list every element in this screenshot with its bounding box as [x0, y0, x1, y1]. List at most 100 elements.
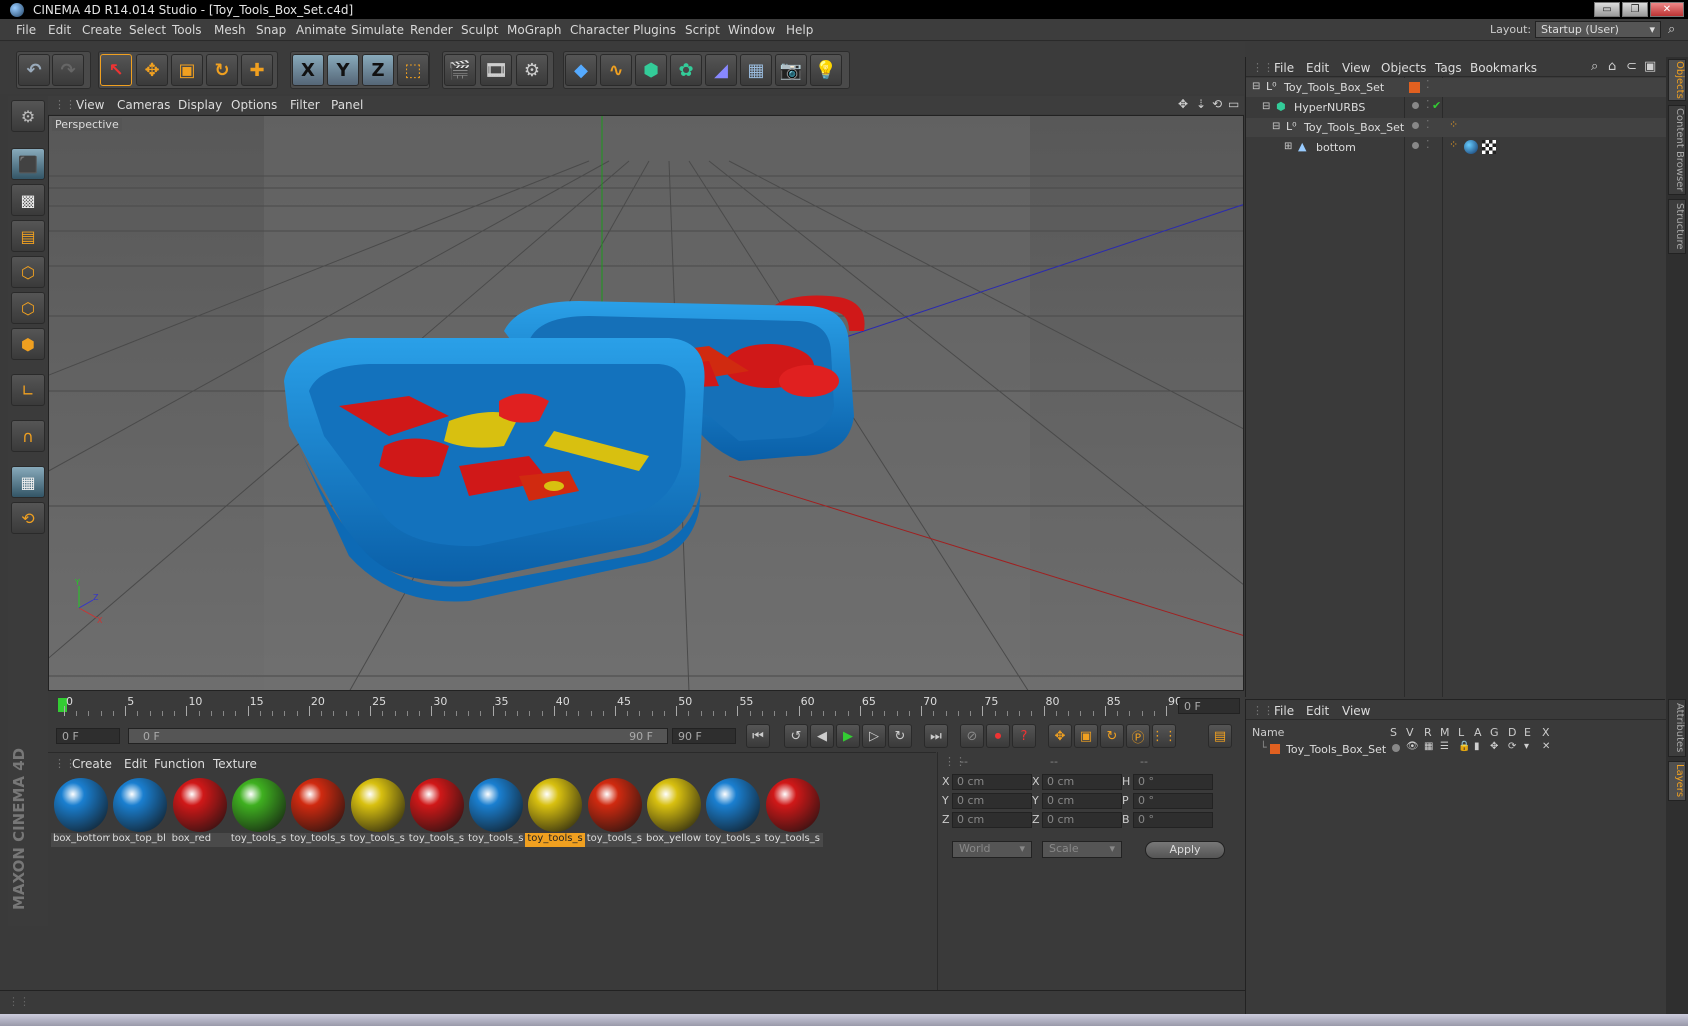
- next-frame-icon[interactable]: ▷: [862, 724, 886, 748]
- material-swatch[interactable]: box_red: [169, 775, 230, 849]
- animation-toggle-icon[interactable]: ▮: [1474, 741, 1480, 752]
- material-swatch[interactable]: box_bottom: [51, 775, 111, 849]
- cube-primitive-icon[interactable]: ◆: [565, 54, 597, 86]
- scale-icon[interactable]: ▣: [171, 54, 203, 86]
- record-keys-icon[interactable]: ⊘: [960, 724, 984, 748]
- key-rotation-icon[interactable]: ↻: [1100, 724, 1124, 748]
- viewport-menu-filter[interactable]: Filter: [290, 98, 320, 112]
- viewport-menu-cameras[interactable]: Cameras: [117, 98, 170, 112]
- expand-icon[interactable]: ⊞: [1284, 141, 1292, 152]
- keyframe-selection-icon[interactable]: ?: [1012, 724, 1036, 748]
- material-swatch[interactable]: toy_tools_s: [703, 775, 764, 849]
- camera-icon[interactable]: 📷: [775, 54, 807, 86]
- menu-animate[interactable]: Animate: [296, 23, 346, 37]
- view-toggle-icon[interactable]: 👁: [1406, 741, 1419, 752]
- material-menu-function[interactable]: Function: [154, 757, 205, 771]
- visibility-dot-icon[interactable]: [1412, 102, 1419, 109]
- make-editable-icon[interactable]: ⚙: [11, 100, 45, 132]
- object-row[interactable]: ⊟ ⬢ HyperNURBS ⁚ ✔: [1246, 98, 1666, 117]
- current-frame-field[interactable]: 0 F: [1178, 698, 1240, 714]
- objects-menu-edit[interactable]: Edit: [1306, 61, 1329, 75]
- position-field[interactable]: 0 cm: [952, 774, 1032, 790]
- search-icon[interactable]: ⌕: [1668, 22, 1675, 37]
- move-icon[interactable]: ✥: [136, 54, 168, 86]
- collapse-icon[interactable]: ⊟: [1272, 121, 1280, 132]
- expressions-toggle-icon[interactable]: ▾: [1524, 741, 1529, 752]
- visibility-dot-icon[interactable]: [1412, 142, 1419, 149]
- search-icon[interactable]: ⌕: [1591, 59, 1598, 74]
- menu-snap[interactable]: Snap: [256, 23, 286, 37]
- tab-attributes[interactable]: Attributes: [1668, 699, 1686, 757]
- objects-menu-tags[interactable]: Tags: [1435, 61, 1462, 75]
- tab-layers[interactable]: Layers: [1668, 761, 1686, 801]
- restore-button[interactable]: ❐: [1622, 2, 1648, 17]
- viewport-menu-display[interactable]: Display: [178, 98, 222, 112]
- go-to-start-icon[interactable]: ⏮: [746, 724, 770, 748]
- layer-column-header[interactable]: A: [1474, 726, 1482, 739]
- render-settings-icon[interactable]: ⚙: [516, 54, 548, 86]
- menu-sculpt[interactable]: Sculpt: [461, 23, 498, 37]
- menu-simulate[interactable]: Simulate: [351, 23, 404, 37]
- object-row[interactable]: ⊞ ▲ bottom ⁚ ⁘: [1246, 138, 1666, 157]
- menu-plugins[interactable]: Plugins: [633, 23, 676, 37]
- tab-structure[interactable]: Structure: [1668, 199, 1686, 254]
- minimize-button[interactable]: ▭: [1594, 2, 1620, 17]
- viewport-menu-options[interactable]: Options: [231, 98, 277, 112]
- locked-workplane-icon[interactable]: ⟲: [11, 502, 45, 534]
- rotate-icon[interactable]: ↻: [206, 54, 238, 86]
- objects-menu-objects[interactable]: Objects: [1381, 61, 1426, 75]
- end-frame-field[interactable]: 90 F: [672, 728, 736, 744]
- render-picture-viewer-icon[interactable]: 🎞: [480, 54, 512, 86]
- object-row[interactable]: ⊟ L⁰ Toy_Tools_Box_Set ⁚ ⁘: [1246, 118, 1666, 137]
- menu-create[interactable]: Create: [82, 23, 122, 37]
- undo-icon[interactable]: ↶: [18, 54, 50, 86]
- phong-tag-icon[interactable]: ⁘: [1449, 138, 1458, 151]
- snap-workplane-icon[interactable]: ▦: [11, 466, 45, 498]
- material-swatch[interactable]: toy_tools_s: [288, 775, 349, 849]
- menu-edit[interactable]: Edit: [48, 23, 71, 37]
- collapse-icon[interactable]: ⊟: [1262, 101, 1270, 112]
- material-menu-texture[interactable]: Texture: [213, 757, 257, 771]
- objects-menu-view[interactable]: View: [1342, 61, 1370, 75]
- layer-column-header[interactable]: E: [1524, 726, 1531, 739]
- home-icon[interactable]: ⌂: [1608, 59, 1616, 74]
- start-frame-field[interactable]: 0 F: [56, 728, 120, 744]
- previous-key-icon[interactable]: ↺: [784, 724, 808, 748]
- nurbs-icon[interactable]: ⬢: [635, 54, 667, 86]
- z-axis-lock-button[interactable]: Z: [362, 54, 394, 86]
- play-icon[interactable]: ▶: [836, 724, 860, 748]
- object-row[interactable]: ⊟ L⁰ Toy_Tools_Box_Set ⁚: [1246, 78, 1666, 97]
- solo-toggle-icon[interactable]: [1392, 744, 1400, 752]
- x-axis-lock-button[interactable]: X: [292, 54, 324, 86]
- objects-menu-bookmarks[interactable]: Bookmarks: [1470, 61, 1537, 75]
- live-selection-icon[interactable]: ↖: [100, 54, 132, 86]
- redo-icon[interactable]: ↷: [52, 54, 84, 86]
- new-panel-icon[interactable]: ▣: [1644, 59, 1656, 74]
- model-mode-icon[interactable]: ⬛: [11, 148, 45, 180]
- material-tag-icon[interactable]: [1464, 140, 1478, 154]
- autokey-icon[interactable]: ⏺: [986, 724, 1010, 748]
- layer-column-header[interactable]: R: [1424, 726, 1432, 739]
- layer-column-header[interactable]: G: [1490, 726, 1499, 739]
- layers-menu-view[interactable]: View: [1342, 704, 1370, 718]
- material-swatch[interactable]: toy_tools_s: [525, 775, 586, 849]
- layer-column-header[interactable]: L: [1458, 726, 1464, 739]
- size-mode-dropdown[interactable]: Scale ▾: [1042, 841, 1122, 858]
- material-menu-create[interactable]: Create: [72, 757, 112, 771]
- edges-mode-icon[interactable]: ⬡: [11, 292, 45, 324]
- render-toggle-icon[interactable]: ▦: [1424, 741, 1433, 752]
- maximize-view-icon[interactable]: ▭: [1228, 97, 1239, 111]
- tweak-magnet-icon[interactable]: ∩: [11, 420, 45, 452]
- layer-column-header[interactable]: M: [1440, 726, 1450, 739]
- points-mode-icon[interactable]: ⬡: [11, 256, 45, 288]
- tab-content-browser[interactable]: Content Browser: [1668, 105, 1686, 195]
- key-scale-icon[interactable]: ▣: [1074, 724, 1098, 748]
- xref-toggle-icon[interactable]: ✕: [1542, 741, 1550, 752]
- menu-render[interactable]: Render: [410, 23, 453, 37]
- render-view-icon[interactable]: 🎬: [444, 54, 476, 86]
- material-swatch[interactable]: toy_tools_s: [584, 775, 645, 849]
- material-swatch[interactable]: box_top_bl: [110, 775, 171, 849]
- axis-mode-icon[interactable]: ∟: [11, 374, 45, 406]
- material-swatch[interactable]: toy_tools_s: [228, 775, 289, 849]
- layers-menu-edit[interactable]: Edit: [1306, 704, 1329, 718]
